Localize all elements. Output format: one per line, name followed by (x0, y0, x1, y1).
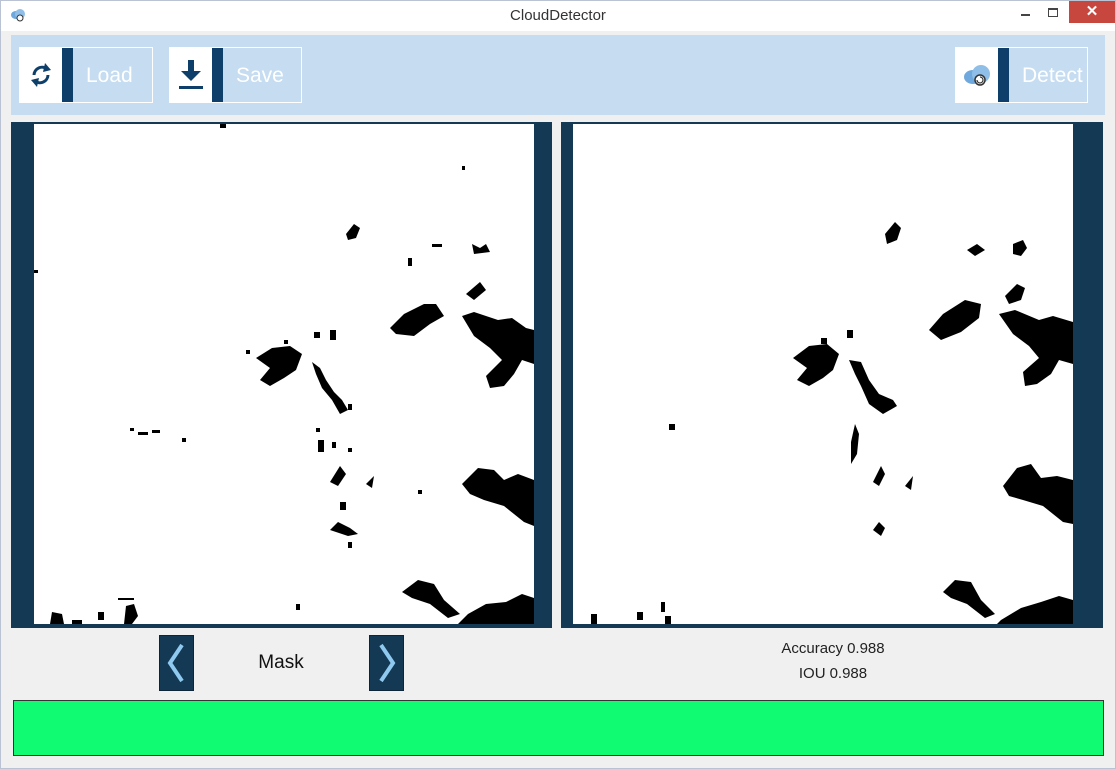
save-button-label: Save (236, 64, 284, 87)
next-button[interactable] (369, 635, 404, 691)
detect-button-label: Detect (1022, 64, 1083, 87)
title-bar[interactable]: CloudDetector ✕ (1, 1, 1115, 31)
detect-button[interactable]: Detect (955, 47, 1088, 103)
progress-bar (13, 700, 1104, 756)
close-button[interactable]: ✕ (1069, 1, 1115, 23)
minimize-button[interactable] (1013, 1, 1037, 23)
load-button[interactable]: Load (19, 47, 153, 103)
detected-mask-panel (561, 122, 1103, 628)
maximize-button[interactable] (1041, 1, 1065, 23)
input-mask-panel (11, 122, 552, 628)
previous-button[interactable] (159, 635, 194, 691)
chevron-left-icon (167, 643, 184, 683)
accuracy-readout: Accuracy 0.988 (761, 640, 901, 657)
accuracy-value: 0.988 (847, 640, 885, 657)
iou-readout: IOU 0.988 (761, 665, 901, 682)
chevron-right-icon (379, 643, 396, 683)
progress-fill (14, 701, 1103, 755)
accuracy-label: Accuracy (781, 640, 844, 657)
cloud-mask-image (34, 124, 534, 624)
app-window: CloudDetector ✕ Load Save Detect Mask Ac… (0, 0, 1116, 769)
save-button[interactable]: Save (169, 47, 302, 103)
cloud-refresh-icon (964, 65, 990, 86)
toolbar: Load Save Detect (11, 35, 1105, 115)
iou-label: IOU (798, 665, 826, 682)
refresh-icon (31, 63, 51, 87)
download-icon (179, 60, 203, 89)
load-button-label: Load (86, 64, 133, 87)
window-title: CloudDetector (510, 7, 606, 24)
view-mode-label: Mask (258, 652, 304, 673)
detected-cloud-image (573, 124, 1073, 624)
iou-value: 0.988 (829, 665, 868, 682)
